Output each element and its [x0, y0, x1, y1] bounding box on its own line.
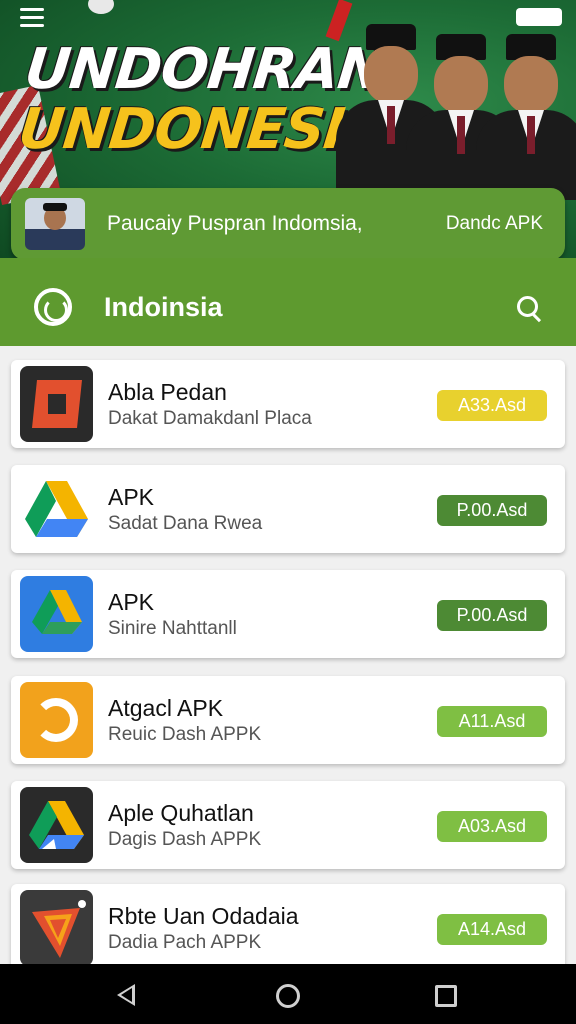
search-icon[interactable]	[517, 296, 543, 322]
red-box-icon	[20, 366, 93, 442]
app-logo-icon[interactable]	[34, 288, 72, 326]
app-name: Aple Quhatlan	[108, 800, 254, 826]
navigation-bar	[0, 964, 576, 1024]
person-figure	[476, 34, 576, 200]
page-title: Indoinsia	[104, 292, 223, 322]
app-subtitle: Sadat Dana Rwea	[108, 513, 263, 534]
list-item[interactable]: Aple Quhatlan Dagis Dash APPK A03.Asd	[11, 781, 565, 869]
back-icon[interactable]	[117, 984, 135, 1006]
drive-triangle-dark-icon	[20, 787, 93, 863]
menu-icon[interactable]	[20, 8, 44, 28]
app-name: APK	[108, 484, 155, 510]
home-icon[interactable]	[276, 984, 300, 1008]
app-subtitle: Dagis Dash APPK	[108, 829, 262, 850]
hero-people-illustration	[336, 0, 576, 200]
decoration-ornament	[88, 0, 114, 14]
app-subtitle: Dakat Damakdanl Placa	[108, 408, 312, 429]
app-subtitle: Sinire Nahttanll	[108, 618, 237, 639]
download-badge[interactable]: A11.Asd	[437, 706, 547, 737]
app-name: APK	[108, 589, 155, 615]
app-subtitle: Dadia Pach APPK	[108, 932, 262, 953]
app-name: Rbte Uan Odadaia	[108, 903, 299, 929]
list-item[interactable]: APK Sinire Nahttanll P.00.Asd	[11, 570, 565, 658]
download-badge[interactable]: A03.Asd	[437, 811, 547, 842]
app-name: Atgacl APK	[108, 695, 224, 721]
download-badge[interactable]: A33.Asd	[437, 390, 547, 421]
sync-arrows-icon	[20, 682, 93, 758]
recent-apps-icon[interactable]	[435, 985, 457, 1007]
promo-thumbnail	[25, 198, 85, 250]
shield-icon	[20, 890, 93, 964]
promo-text: Paucaiy Puspran Indomsia,	[107, 212, 363, 235]
list-item[interactable]: Atgacl APK Reuic Dash APPK A11.Asd	[11, 676, 565, 764]
promo-banner[interactable]: Paucaiy Puspran Indomsia, Dandc APK	[11, 188, 565, 260]
download-badge[interactable]: P.00.Asd	[437, 600, 547, 631]
list-item[interactable]: Rbte Uan Odadaia Dadia Pach APPK A14.Asd	[11, 884, 565, 964]
list-item[interactable]: APK Sadat Dana Rwea P.00.Asd	[11, 465, 565, 553]
list-item[interactable]: Abla Pedan Dakat Damakdanl Placa A33.Asd	[11, 360, 565, 448]
promo-download-link[interactable]: Dandc APK	[446, 213, 543, 235]
app-header: Indoinsia	[0, 258, 576, 346]
drive-triangle-icon	[20, 471, 93, 547]
app-list: Abla Pedan Dakat Damakdanl Placa A33.Asd…	[0, 346, 576, 964]
drive-triangle-blue-icon	[20, 576, 93, 652]
download-badge[interactable]: A14.Asd	[437, 914, 547, 945]
app-subtitle: Reuic Dash APPK	[108, 724, 262, 745]
download-badge[interactable]: P.00.Asd	[437, 495, 547, 526]
app-name: Abla Pedan	[108, 379, 227, 405]
